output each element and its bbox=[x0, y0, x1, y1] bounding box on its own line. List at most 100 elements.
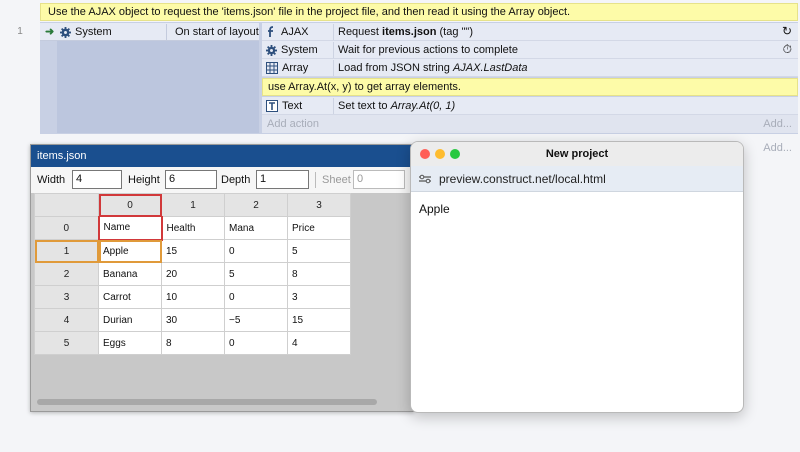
grid-cell[interactable]: 15 bbox=[161, 239, 225, 263]
action-object[interactable]: AJAX bbox=[266, 24, 334, 40]
grid-cell[interactable]: 8 bbox=[287, 262, 351, 286]
action-row-text[interactable]: Text Set text to Array.At(0, 1) bbox=[262, 97, 798, 115]
grid-corner bbox=[34, 193, 99, 217]
action-text[interactable]: Wait for previous actions to complete bbox=[338, 44, 518, 56]
close-window-button[interactable] bbox=[420, 149, 430, 159]
row-header[interactable]: 5 bbox=[34, 331, 99, 355]
action-object-name: Array bbox=[282, 62, 309, 74]
action-object-name: AJAX bbox=[281, 26, 309, 38]
grid-cell[interactable]: 3 bbox=[287, 285, 351, 309]
grid-cell[interactable]: Carrot bbox=[98, 285, 162, 309]
table-row: 4 Durian 30 −5 15 bbox=[34, 308, 351, 332]
grid-cell-selected[interactable]: Apple bbox=[98, 239, 162, 263]
condition-row[interactable]: ➜ System On start of layout bbox=[40, 23, 259, 41]
add-event-link[interactable]: Add... bbox=[763, 142, 792, 154]
condition-text[interactable]: On start of layout bbox=[175, 26, 259, 38]
action-object[interactable]: Array bbox=[266, 60, 334, 76]
array-editor-title[interactable]: items.json bbox=[31, 145, 413, 167]
action-object[interactable]: Text bbox=[266, 98, 334, 114]
address-bar[interactable]: preview.construct.net/local.html bbox=[411, 166, 743, 192]
grid-cell[interactable]: Eggs bbox=[98, 331, 162, 355]
toolbar-separator bbox=[315, 172, 316, 188]
column-header[interactable]: 1 bbox=[161, 193, 225, 217]
row-header[interactable]: 1 bbox=[34, 239, 99, 263]
async-icon: ↻ bbox=[781, 24, 792, 38]
grid-cell[interactable]: Banana bbox=[98, 262, 162, 286]
add-action-button[interactable]: Add action bbox=[262, 115, 798, 133]
height-input[interactable]: 6 bbox=[165, 170, 217, 189]
array-editor-window: items.json Width 4 Height 6 Depth 1 Shee… bbox=[30, 144, 414, 412]
action-text-prefix: Request bbox=[338, 26, 383, 38]
action-comment[interactable]: use Array.At(x, y) to get array elements… bbox=[262, 78, 798, 96]
grid-cell[interactable]: 30 bbox=[161, 308, 225, 332]
grid-cell[interactable]: 10 bbox=[161, 285, 225, 309]
grid-cell[interactable]: Mana bbox=[224, 216, 288, 240]
gear-icon bbox=[60, 26, 71, 38]
action-text-expression: Array.At(0, 1) bbox=[390, 100, 456, 112]
row-header[interactable]: 0 bbox=[34, 216, 99, 240]
add-event-link[interactable]: Add... bbox=[763, 118, 792, 130]
action-row-ajax[interactable]: AJAX Request items.json (tag "") ↻ bbox=[262, 23, 798, 41]
array-grid: 0 1 2 3 0 Name Health Mana Price 1 Apple… bbox=[34, 193, 351, 355]
condition-object-name: System bbox=[75, 26, 112, 38]
column-header[interactable]: 2 bbox=[224, 193, 288, 217]
trigger-arrow-icon: ➜ bbox=[45, 26, 55, 38]
grid-cell[interactable]: 20 bbox=[161, 262, 225, 286]
action-text-prefix: Load from JSON string bbox=[338, 62, 453, 74]
action-text-expression: AJAX.LastData bbox=[452, 62, 528, 74]
grid-cell[interactable]: 0 bbox=[224, 239, 288, 263]
row-header[interactable]: 2 bbox=[34, 262, 99, 286]
column-header[interactable]: 0 bbox=[98, 193, 162, 217]
site-settings-icon[interactable] bbox=[419, 174, 431, 184]
width-label: Width bbox=[37, 174, 66, 186]
grid-cell[interactable]: Name bbox=[97, 216, 163, 241]
action-text[interactable]: Request items.json (tag "") bbox=[338, 26, 473, 38]
column-header[interactable]: 3 bbox=[287, 193, 351, 217]
depth-input[interactable]: 1 bbox=[256, 170, 309, 189]
table-row: 0 Name Health Mana Price bbox=[34, 216, 351, 241]
table-row: 5 Eggs 8 0 4 bbox=[34, 331, 351, 355]
grid-cell[interactable]: −5 bbox=[224, 308, 288, 332]
action-object-name: System bbox=[281, 44, 318, 56]
url-text[interactable]: preview.construct.net/local.html bbox=[439, 172, 606, 186]
grid-cell[interactable]: 0 bbox=[224, 285, 288, 309]
preview-text-object: Apple bbox=[419, 202, 450, 216]
action-text-bold: items.json bbox=[382, 26, 437, 38]
grid-cell[interactable]: Durian bbox=[98, 308, 162, 332]
action-text-suffix: (tag "") bbox=[436, 26, 473, 38]
grid-cell[interactable]: 0 bbox=[224, 331, 288, 355]
grid-cell[interactable]: 5 bbox=[287, 239, 351, 263]
action-row-array[interactable]: Array Load from JSON string AJAX.LastDat… bbox=[262, 59, 798, 77]
grid-cell[interactable]: 5 bbox=[224, 262, 288, 286]
action-object-name: Text bbox=[282, 100, 303, 112]
action-row-system[interactable]: System Wait for previous actions to comp… bbox=[262, 41, 798, 59]
minimize-window-button[interactable] bbox=[435, 149, 445, 159]
grid-cell[interactable]: 4 bbox=[287, 331, 351, 355]
maximize-window-button[interactable] bbox=[450, 149, 460, 159]
gear-icon bbox=[266, 44, 277, 56]
row-header[interactable]: 4 bbox=[34, 308, 99, 332]
preview-titlebar[interactable]: New project bbox=[411, 142, 743, 167]
table-row: 1 Apple 15 0 5 bbox=[34, 239, 351, 263]
grid-cell[interactable]: 15 bbox=[287, 308, 351, 332]
grid-cell[interactable]: Price bbox=[287, 216, 351, 240]
condition-object[interactable]: System bbox=[60, 24, 167, 40]
grid-cell[interactable]: Health bbox=[161, 216, 225, 240]
height-label: Height bbox=[128, 174, 160, 186]
action-text[interactable]: Set text to Array.At(0, 1) bbox=[338, 100, 455, 112]
row-header[interactable]: 3 bbox=[34, 285, 99, 309]
preview-window: New project preview.construct.net/local.… bbox=[410, 141, 744, 413]
sheet-label: Sheet bbox=[322, 174, 351, 186]
width-input[interactable]: 4 bbox=[72, 170, 122, 189]
depth-label: Depth bbox=[221, 174, 251, 186]
grid-cell[interactable]: 8 bbox=[161, 331, 225, 355]
timer-icon: ⏱ bbox=[782, 42, 792, 56]
event-comment[interactable]: Use the AJAX object to request the 'item… bbox=[40, 3, 798, 21]
text-object-icon bbox=[266, 100, 278, 112]
sheet-input[interactable]: 0 bbox=[353, 170, 405, 189]
horizontal-scrollbar[interactable] bbox=[37, 399, 377, 405]
table-row: 2 Banana 20 5 8 bbox=[34, 262, 351, 286]
table-row: 3 Carrot 10 0 3 bbox=[34, 285, 351, 309]
action-object[interactable]: System bbox=[266, 42, 334, 58]
action-text[interactable]: Load from JSON string AJAX.LastData bbox=[338, 62, 528, 74]
